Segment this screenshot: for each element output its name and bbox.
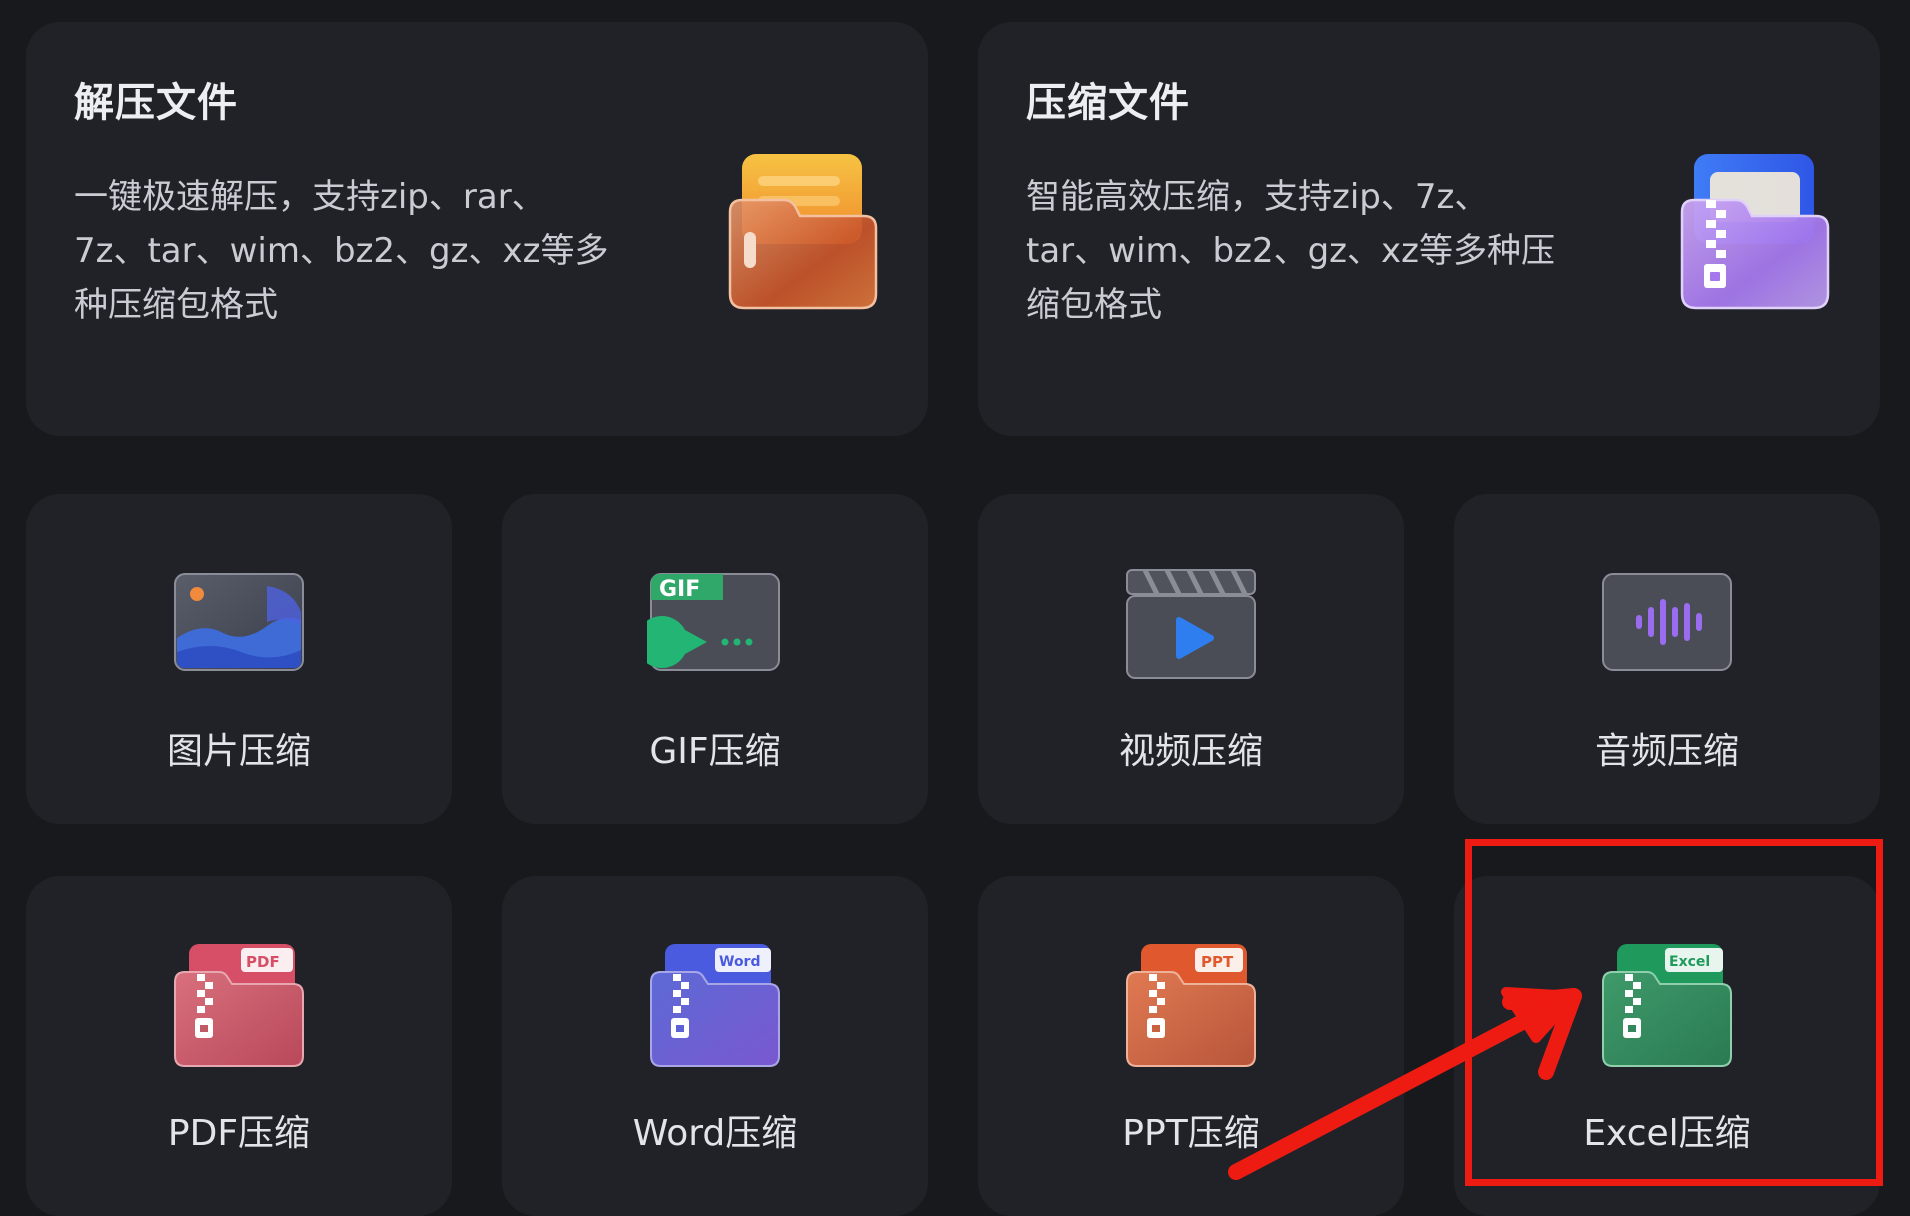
compress-files-card[interactable]: 压缩文件 智能高效压缩，支持zip、7z、 tar、wim、bz2、gz、xz等… [978,22,1880,436]
audio-compress-tile[interactable]: 音频压缩 [1454,494,1880,824]
extract-files-card[interactable]: 解压文件 一键极速解压，支持zip、rar、 7z、tar、wim、bz2、gz… [26,22,928,436]
description-line: tar、wim、bz2、gz、xz等多种压 [1026,231,1555,271]
description-line: 智能高效压缩，支持zip、7z、 [1026,177,1489,217]
description-line: 一键极速解压，支持zip、rar、 [74,177,546,217]
ppt-badge: PPT [1201,953,1234,971]
ppt-zip-folder-icon: PPT [1123,938,1259,1074]
description-line: 种压缩包格式 [74,285,278,325]
description-line: 7z、tar、wim、bz2、gz、xz等多 [74,231,609,271]
word-zip-folder-icon: Word [647,938,783,1074]
tile-label: PPT压缩 [1122,1113,1260,1154]
pdf-badge: PDF [246,953,280,971]
video-compress-tile[interactable]: 视频压缩 [978,494,1404,824]
excel-zip-folder-icon: Excel [1599,938,1735,1074]
word-compress-tile[interactable]: Word Word压缩 [502,876,928,1216]
word-badge: Word [719,954,761,970]
card-description: 一键极速解压，支持zip、rar、 7z、tar、wim、bz2、gz、xz等多… [74,170,634,332]
description-line: 缩包格式 [1026,285,1162,325]
image-icon [171,556,307,692]
tile-label: Excel压缩 [1583,1113,1751,1154]
gif-icon: GIF [647,556,783,692]
pdf-zip-folder-icon: PDF [171,938,307,1074]
video-clapper-icon [1123,556,1259,692]
excel-compress-tile[interactable]: Excel Excel压缩 [1454,876,1880,1216]
image-compress-tile[interactable]: 图片压缩 [26,494,452,824]
ppt-compress-tile[interactable]: PPT PPT压缩 [978,876,1404,1216]
orange-folder-icon [714,152,884,322]
tile-label: GIF压缩 [649,731,781,772]
card-description: 智能高效压缩，支持zip、7z、 tar、wim、bz2、gz、xz等多种压 缩… [1026,170,1586,332]
audio-wave-icon [1599,556,1735,692]
tile-label: Word压缩 [632,1113,798,1154]
pdf-compress-tile[interactable]: PDF PDF压缩 [26,876,452,1216]
gif-compress-tile[interactable]: GIF GIF压缩 [502,494,928,824]
tile-label: 图片压缩 [166,731,311,772]
card-title: 解压文件 [74,80,238,126]
tile-label: 视频压缩 [1118,731,1263,772]
tile-label: 音频压缩 [1594,731,1739,772]
card-title: 压缩文件 [1026,80,1190,126]
tile-label: PDF压缩 [167,1113,311,1154]
excel-badge: Excel [1669,954,1710,970]
gif-badge: GIF [659,577,700,602]
purple-zip-folder-icon [1666,152,1836,322]
